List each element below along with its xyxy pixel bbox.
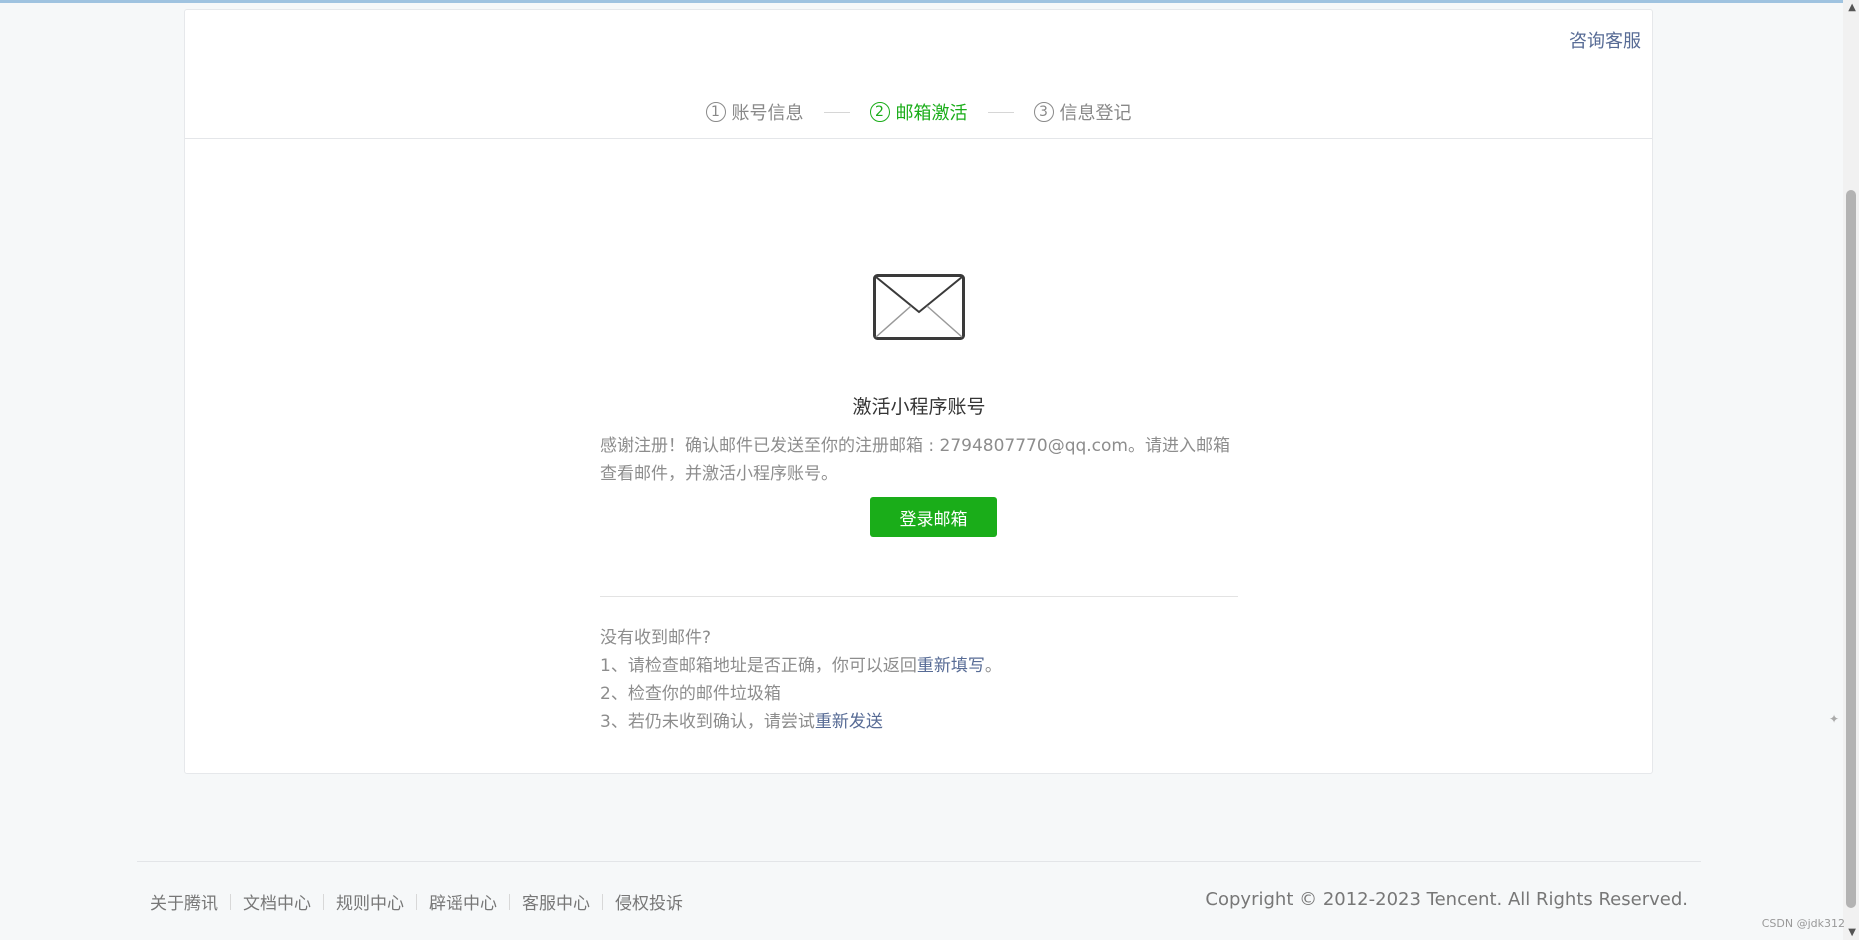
activation-description: 感谢注册！确认邮件已发送至你的注册邮箱 : 2794807770@qq.com。… bbox=[600, 436, 1230, 484]
help-section: 没有收到邮件? 1、请检查邮箱地址是否正确，你可以返回重新填写。 2、检查你的邮… bbox=[600, 624, 1002, 736]
help-title: 没有收到邮件? bbox=[600, 628, 712, 648]
window-top-border bbox=[0, 0, 1859, 3]
help-item-text: 3、若仍未收到确认，请尝试 bbox=[600, 712, 815, 732]
footer-link-about-tencent[interactable]: 关于腾讯 bbox=[150, 889, 218, 914]
step-separator bbox=[987, 111, 1014, 113]
help-item-2: 2、检查你的邮件垃圾箱 bbox=[600, 684, 781, 704]
step-label: 邮箱激活 bbox=[895, 103, 968, 124]
footer-link-rules[interactable]: 规则中心 bbox=[336, 889, 404, 914]
register-card: 咨询客服 1 账号信息 2 邮箱激活 3 信息登记 激活小程序账号 感谢注册！确… bbox=[184, 9, 1653, 774]
help-item-text: 1、请检查邮箱地址是否正确，你可以返回 bbox=[600, 656, 917, 676]
step-account-info: 1 账号信息 bbox=[705, 99, 804, 125]
copyright: Copyright © 2012-2023 Tencent. All Right… bbox=[1205, 889, 1688, 910]
card-header: 咨询客服 1 账号信息 2 邮箱激活 3 信息登记 bbox=[185, 10, 1652, 139]
footer-link-infringement[interactable]: 侵权投诉 bbox=[615, 889, 683, 914]
scroll-thumb[interactable] bbox=[1846, 190, 1856, 908]
step-info-registration: 3 信息登记 bbox=[1033, 99, 1132, 125]
footer-separator bbox=[230, 893, 231, 910]
envelope-icon bbox=[873, 274, 965, 340]
page-title: 激活小程序账号 bbox=[852, 396, 986, 418]
footer-separator bbox=[323, 893, 324, 910]
footer-link-docs[interactable]: 文档中心 bbox=[243, 889, 311, 914]
step-separator bbox=[823, 111, 850, 113]
step-number: 2 bbox=[869, 102, 890, 122]
footer-separator bbox=[416, 893, 417, 910]
step-indicator: 1 账号信息 2 邮箱激活 3 信息登记 bbox=[185, 89, 1652, 135]
customer-service-link[interactable]: 咨询客服 bbox=[1569, 27, 1641, 53]
refill-link[interactable]: 重新填写 bbox=[917, 656, 985, 676]
login-email-button[interactable]: 登录邮箱 bbox=[870, 497, 997, 537]
scroll-down-arrow-icon[interactable]: ▼ bbox=[1848, 927, 1856, 938]
resend-link[interactable]: 重新发送 bbox=[815, 712, 883, 732]
divider bbox=[600, 596, 1238, 597]
watermark: CSDN @jdk312 bbox=[1761, 917, 1845, 930]
step-email-activation: 2 邮箱激活 bbox=[869, 99, 968, 125]
help-item-1: 1、请检查邮箱地址是否正确，你可以返回重新填写。 bbox=[600, 652, 1002, 680]
step-number: 3 bbox=[1033, 102, 1054, 122]
scroll-up-arrow-icon[interactable]: ▲ bbox=[1848, 2, 1856, 13]
help-item-3: 3、若仍未收到确认，请尝试重新发送 bbox=[600, 708, 1002, 736]
step-number: 1 bbox=[705, 102, 726, 122]
pin-icon[interactable]: ✦ bbox=[1829, 712, 1839, 726]
step-label: 信息登记 bbox=[1059, 103, 1132, 124]
help-item-end: 。 bbox=[984, 656, 1002, 676]
footer-link-rumor[interactable]: 辟谣中心 bbox=[429, 889, 497, 914]
footer-links: 关于腾讯 文档中心 规则中心 辟谣中心 客服中心 侵权投诉 bbox=[150, 889, 683, 914]
vertical-scrollbar[interactable]: ▲ ▼ bbox=[1843, 0, 1859, 940]
footer-divider bbox=[137, 861, 1701, 862]
footer-separator bbox=[602, 893, 603, 910]
step-label: 账号信息 bbox=[731, 103, 804, 124]
footer-separator bbox=[509, 893, 510, 910]
footer-link-service[interactable]: 客服中心 bbox=[522, 889, 590, 914]
